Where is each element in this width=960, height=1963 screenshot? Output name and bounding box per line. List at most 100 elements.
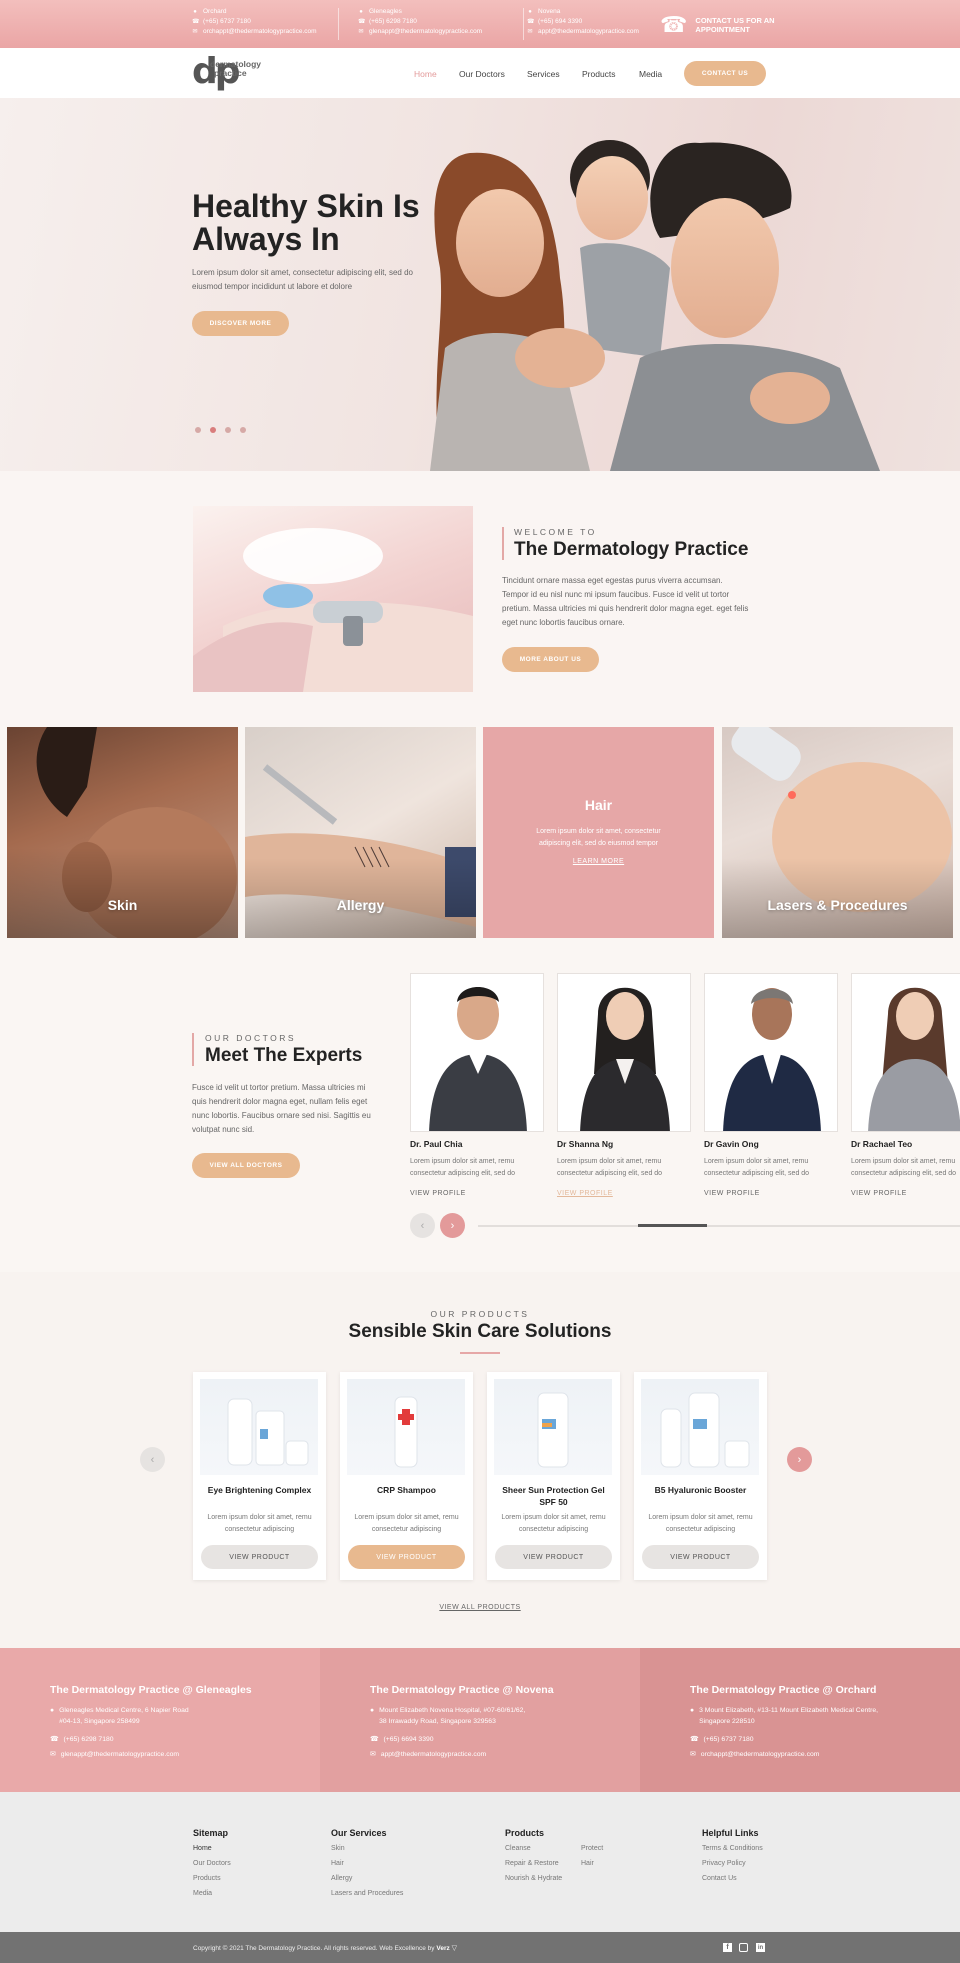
footer-link-products[interactable]: Products bbox=[193, 1875, 221, 1882]
footer-link-our-doctors[interactable]: Our Doctors bbox=[193, 1860, 231, 1867]
nav-services[interactable]: Services bbox=[527, 69, 560, 79]
chevron-left-icon: ‹ bbox=[150, 1453, 155, 1466]
footer-link-home[interactable]: Home bbox=[193, 1845, 212, 1852]
footer-link-skin[interactable]: Skin bbox=[331, 1845, 345, 1852]
footer-link-media[interactable]: Media bbox=[193, 1890, 212, 1897]
more-about-us-button[interactable]: MORE ABOUT US bbox=[502, 647, 599, 672]
footer-helpful-heading: Helpful Links bbox=[702, 1828, 759, 1838]
view-product-button[interactable]: VIEW PRODUCT bbox=[642, 1545, 759, 1569]
email-address: orchappt@thedermatologypractice.com bbox=[700, 1751, 820, 1758]
footer-services-heading: Our Services bbox=[331, 1828, 387, 1838]
footer-link-hair[interactable]: Hair bbox=[331, 1860, 344, 1867]
site-logo[interactable]: dp dermatology practice bbox=[192, 54, 282, 94]
view-all-products-link[interactable]: VIEW ALL PRODUCTS bbox=[0, 1604, 960, 1611]
service-tile-lasers[interactable]: Lasers & Procedures bbox=[722, 727, 953, 938]
slider-dot[interactable] bbox=[195, 427, 201, 433]
product-card[interactable]: CRP Shampoo Lorem ipsum dolor sit amet, … bbox=[340, 1372, 473, 1580]
location-phone[interactable]: (+65) 6737 7180 bbox=[203, 17, 251, 27]
phone-number: (+65) 6737 7180 bbox=[703, 1736, 754, 1743]
location-email[interactable]: glenappt@thedermatologypractice.com bbox=[369, 27, 482, 37]
carousel-scroll-thumb[interactable] bbox=[638, 1224, 707, 1227]
doctor-description: Lorem ipsum dolor sit amet, remu consect… bbox=[410, 1158, 516, 1177]
clinic-email[interactable]: ✉ appt@thedermatologypractice.com bbox=[370, 1749, 486, 1760]
view-profile-link[interactable]: VIEW PROFILE bbox=[704, 1190, 760, 1197]
clinic-phone[interactable]: ☎ (+65) 6298 7180 bbox=[50, 1734, 114, 1745]
footer-link-privacy[interactable]: Privacy Policy bbox=[702, 1860, 746, 1867]
view-product-button[interactable]: VIEW PRODUCT bbox=[201, 1545, 318, 1569]
nav-home[interactable]: Home bbox=[414, 69, 437, 79]
doctor-name[interactable]: Dr Rachael Teo bbox=[851, 1139, 912, 1149]
doctor-name[interactable]: Dr Shanna Ng bbox=[557, 1139, 613, 1149]
pin-icon: ● bbox=[528, 9, 532, 15]
address-line: Mount Elizabeth Novena Hospital, #07-60/… bbox=[379, 1707, 526, 1714]
service-tile-hair[interactable]: Hair Lorem ipsum dolor sit amet, consect… bbox=[483, 727, 714, 938]
clinic-phone[interactable]: ☎ (+65) 6694 3390 bbox=[370, 1734, 434, 1745]
footer-link-lasers[interactable]: Lasers and Procedures bbox=[331, 1890, 403, 1897]
products-next-button[interactable]: › bbox=[787, 1447, 812, 1472]
clinic-orchard: The Dermatology Practice @ Orchard ● 3 Mo… bbox=[640, 1648, 960, 1792]
footer-link-terms[interactable]: Terms & Conditions bbox=[702, 1845, 763, 1852]
footer-link-contact[interactable]: Contact Us bbox=[702, 1875, 737, 1882]
agency-link[interactable]: Verz bbox=[436, 1945, 449, 1952]
location-email[interactable]: appt@thedermatologypractice.com bbox=[538, 27, 639, 37]
footer-link-allergy[interactable]: Allergy bbox=[331, 1875, 352, 1882]
nav-products[interactable]: Products bbox=[582, 69, 616, 79]
products-prev-button[interactable]: ‹ bbox=[140, 1447, 165, 1472]
service-tile-allergy[interactable]: Allergy bbox=[245, 727, 476, 938]
instagram-icon[interactable] bbox=[739, 1943, 748, 1952]
discover-more-button[interactable]: DISCOVER MORE bbox=[192, 311, 289, 336]
location-phone[interactable]: (+65) 6298 7180 bbox=[369, 17, 417, 27]
footer-link-repair[interactable]: Repair & Restore bbox=[505, 1860, 559, 1867]
view-all-doctors-button[interactable]: VIEW ALL DOCTORS bbox=[192, 1153, 300, 1178]
welcome-section bbox=[0, 471, 960, 726]
carousel-scrollbar[interactable] bbox=[478, 1225, 960, 1227]
view-profile-link[interactable]: VIEW PROFILE bbox=[410, 1190, 466, 1197]
clinic-address: ● Gleneagles Medical Centre, 6 Napier Roa… bbox=[50, 1705, 189, 1727]
doctor-photo-card[interactable] bbox=[410, 973, 544, 1132]
product-name: Sheer Sun Protection Gel SPF 50 bbox=[502, 1485, 605, 1507]
doctors-next-button[interactable]: › bbox=[440, 1213, 465, 1238]
view-product-button[interactable]: VIEW PRODUCT bbox=[495, 1545, 612, 1569]
nav-contact-button[interactable]: CONTACT US bbox=[684, 61, 766, 86]
nav-our-doctors[interactable]: Our Doctors bbox=[459, 69, 505, 79]
service-tile-skin[interactable]: Skin bbox=[7, 727, 238, 938]
phone-icon: ☎ bbox=[50, 1736, 59, 1743]
facebook-icon[interactable]: f bbox=[723, 1943, 732, 1952]
product-card[interactable]: Sheer Sun Protection Gel SPF 50 Lorem ip… bbox=[487, 1372, 620, 1580]
linkedin-icon[interactable]: in bbox=[756, 1943, 765, 1952]
slider-dot-active[interactable] bbox=[210, 427, 216, 433]
location-email[interactable]: orchappt@thedermatologypractice.com bbox=[203, 27, 317, 37]
doctor-photo-card[interactable] bbox=[704, 973, 838, 1132]
footer-link-protect[interactable]: Protect bbox=[581, 1845, 603, 1852]
clinic-novena: The Dermatology Practice @ Novena ● Mount… bbox=[320, 1648, 640, 1792]
product-name: CRP Shampoo bbox=[377, 1485, 436, 1495]
slider-dot[interactable] bbox=[225, 427, 231, 433]
clinic-phone[interactable]: ☎ (+65) 6737 7180 bbox=[690, 1734, 754, 1745]
footer-link-cleanse[interactable]: Cleanse bbox=[505, 1845, 531, 1852]
footer-link-nourish[interactable]: Nourish & Hydrate bbox=[505, 1875, 562, 1882]
view-product-button[interactable]: VIEW PRODUCT bbox=[348, 1545, 465, 1569]
address-line: Singapore 228510 bbox=[699, 1718, 755, 1725]
product-image bbox=[494, 1379, 612, 1475]
doctor-name[interactable]: Dr. Paul Chia bbox=[410, 1139, 462, 1149]
product-card[interactable]: B5 Hyaluronic Booster Lorem ipsum dolor … bbox=[634, 1372, 767, 1580]
view-profile-link[interactable]: VIEW PROFILE bbox=[851, 1190, 907, 1197]
footer bbox=[0, 1792, 960, 1932]
footer-link-hair-products[interactable]: Hair bbox=[581, 1860, 594, 1867]
view-profile-link[interactable]: VIEW PROFILE bbox=[557, 1190, 613, 1197]
hero-title: Healthy Skin Is Always In bbox=[192, 188, 420, 257]
nav-media[interactable]: Media bbox=[639, 69, 662, 79]
pin-icon: ● bbox=[193, 9, 197, 15]
footer-products-heading: Products bbox=[505, 1828, 545, 1838]
doctor-name[interactable]: Dr Gavin Ong bbox=[704, 1139, 759, 1149]
appointment-cta[interactable]: ☎ CONTACT US FOR AN APPOINTMENT bbox=[660, 12, 780, 38]
clinic-email[interactable]: ✉ orchappt@thedermatologypractice.com bbox=[690, 1749, 819, 1760]
doctor-photo-card[interactable] bbox=[851, 973, 960, 1132]
learn-more-link[interactable]: LEARN MORE bbox=[483, 858, 714, 865]
slider-dot[interactable] bbox=[240, 427, 246, 433]
location-phone[interactable]: (+65) 694 3390 bbox=[538, 17, 582, 27]
product-card[interactable]: Eye Brightening Complex Lorem ipsum dolo… bbox=[193, 1372, 326, 1580]
clinic-email[interactable]: ✉ glenappt@thedermatologypractice.com bbox=[50, 1749, 179, 1760]
doctors-prev-button[interactable]: ‹ bbox=[410, 1213, 435, 1238]
doctor-photo-card[interactable] bbox=[557, 973, 691, 1132]
